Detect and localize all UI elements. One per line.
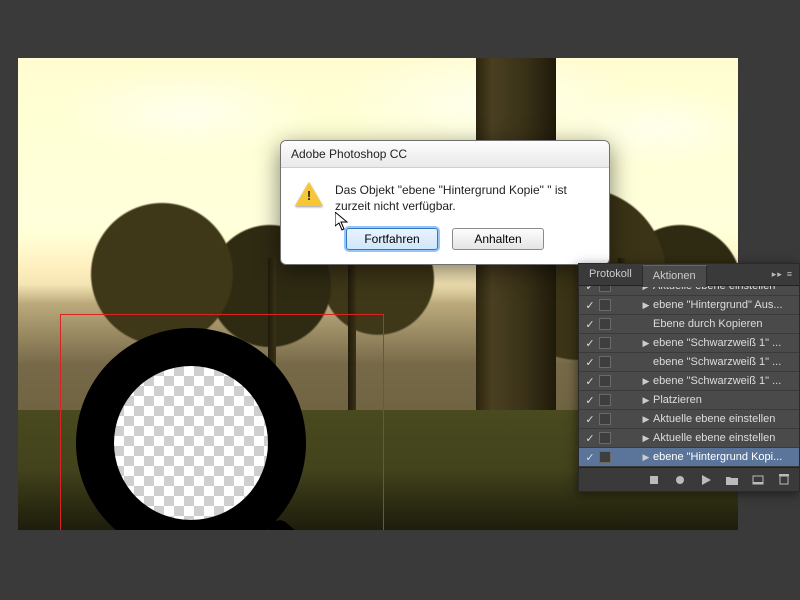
- action-toggle-checkbox[interactable]: ✓: [583, 337, 597, 350]
- stop-icon[interactable]: [641, 470, 667, 490]
- warning-icon: [295, 182, 323, 210]
- panel-menu-icon[interactable]: ▸▸≡: [772, 269, 793, 280]
- action-label: ebene "Schwarzweiß 1" ...: [653, 356, 795, 368]
- action-dialog-checkbox[interactable]: [599, 286, 611, 292]
- action-label: Platzieren: [653, 394, 795, 406]
- record-icon[interactable]: [667, 470, 693, 490]
- dialog-title: Adobe Photoshop CC: [281, 141, 609, 168]
- action-label: Aktuelle ebene einstellen: [653, 432, 795, 444]
- tab-history[interactable]: Protokoll: [579, 264, 642, 286]
- dialog-message: Das Objekt "ebene "Hintergrund Kopie" " …: [335, 182, 595, 214]
- disclosure-triangle-icon[interactable]: ▶: [641, 395, 651, 406]
- disclosure-triangle-icon[interactable]: ▶: [641, 414, 651, 425]
- action-label: ebene "Hintergrund Kopi...: [653, 451, 795, 463]
- actions-panel: Protokoll Aktionen ▸▸≡ ✓▶Aktuelle ebene …: [578, 263, 800, 492]
- folder-icon[interactable]: [719, 470, 745, 490]
- action-toggle-checkbox[interactable]: ✓: [583, 451, 597, 464]
- action-toggle-checkbox[interactable]: ✓: [583, 286, 597, 293]
- action-label: ebene "Hintergrund" Aus...: [653, 299, 795, 311]
- action-toggle-checkbox[interactable]: ✓: [583, 394, 597, 407]
- action-toggle-checkbox[interactable]: ✓: [583, 318, 597, 331]
- action-toggle-checkbox[interactable]: ✓: [583, 299, 597, 312]
- continue-button[interactable]: Fortfahren: [346, 228, 438, 250]
- action-toggle-checkbox[interactable]: ✓: [583, 432, 597, 445]
- action-toggle-checkbox[interactable]: ✓: [583, 413, 597, 426]
- action-row[interactable]: ✓ ▶ebene "Hintergrund Kopi...: [579, 448, 799, 467]
- action-dialog-checkbox[interactable]: [599, 299, 611, 311]
- disclosure-triangle-icon[interactable]: ▶: [641, 338, 651, 349]
- new-icon[interactable]: [745, 470, 771, 490]
- stop-button[interactable]: Anhalten: [452, 228, 544, 250]
- action-dialog-checkbox[interactable]: [599, 413, 611, 425]
- panel-tabs: Protokoll Aktionen ▸▸≡: [579, 264, 799, 286]
- action-row[interactable]: ✓▶Aktuelle ebene einstellen: [579, 286, 799, 296]
- action-row[interactable]: ✓ ebene "Schwarzweiß 1" ...: [579, 353, 799, 372]
- action-dialog-checkbox[interactable]: [599, 432, 611, 444]
- action-row[interactable]: ✓ ▶Platzieren: [579, 391, 799, 410]
- action-row[interactable]: ✓ ▶ebene "Hintergrund" Aus...: [579, 296, 799, 315]
- action-dialog-checkbox[interactable]: [599, 375, 611, 387]
- action-label: ebene "Schwarzweiß 1" ...: [653, 375, 795, 387]
- disclosure-triangle-icon[interactable]: ▶: [641, 452, 651, 463]
- action-label: Ebene durch Kopieren: [653, 318, 795, 330]
- action-row[interactable]: ✓ ▶ebene "Schwarzweiß 1" ...: [579, 372, 799, 391]
- tab-actions[interactable]: Aktionen: [642, 265, 707, 287]
- action-toggle-checkbox[interactable]: ✓: [583, 356, 597, 369]
- action-dialog-checkbox[interactable]: [599, 356, 611, 368]
- disclosure-triangle-icon[interactable]: ▶: [641, 300, 651, 311]
- image-background: [58, 68, 318, 158]
- action-label: ebene "Schwarzweiß 1" ...: [653, 337, 795, 349]
- action-row[interactable]: ✓ Ebene durch Kopieren: [579, 315, 799, 334]
- disclosure-triangle-icon[interactable]: ▶: [641, 376, 651, 387]
- action-dialog-checkbox[interactable]: [599, 394, 611, 406]
- alert-dialog: Adobe Photoshop CC Das Objekt "ebene "Hi…: [280, 140, 610, 265]
- action-label: Aktuelle ebene einstellen: [653, 413, 795, 425]
- disclosure-triangle-icon[interactable]: ▶: [641, 433, 651, 444]
- actions-list[interactable]: ✓▶Aktuelle ebene einstellen✓▶ebene "Hint…: [579, 286, 799, 467]
- action-toggle-checkbox[interactable]: ✓: [583, 375, 597, 388]
- action-dialog-checkbox[interactable]: [599, 318, 611, 330]
- trash-icon[interactable]: [771, 470, 797, 490]
- action-row[interactable]: ✓ ▶Aktuelle ebene einstellen: [579, 429, 799, 448]
- actions-footer: [579, 467, 799, 491]
- action-row[interactable]: ✓ ▶Aktuelle ebene einstellen: [579, 410, 799, 429]
- play-icon[interactable]: [693, 470, 719, 490]
- action-row[interactable]: ✓ ▶ebene "Schwarzweiß 1" ...: [579, 334, 799, 353]
- action-dialog-checkbox[interactable]: [599, 451, 611, 463]
- action-dialog-checkbox[interactable]: [599, 337, 611, 349]
